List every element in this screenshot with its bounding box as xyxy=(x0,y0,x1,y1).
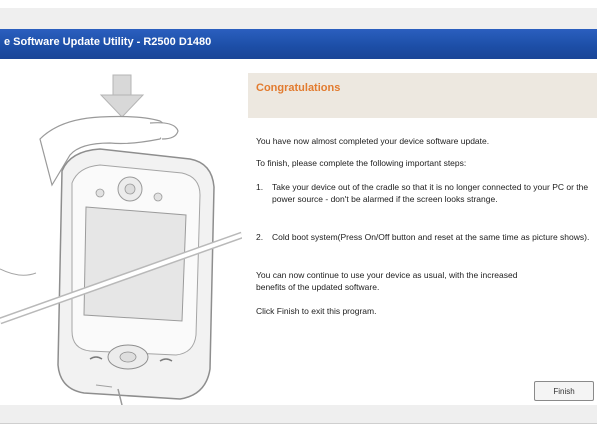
continue-text-line-2: benefits of the updated software. xyxy=(256,282,380,292)
finish-instructions: To finish, please complete the following… xyxy=(256,158,467,168)
title-bar[interactable]: e Software Update Utility - R2500 D1480 xyxy=(0,29,597,59)
device-illustration xyxy=(0,59,242,405)
continue-text-line-1: You can now continue to use your device … xyxy=(256,270,518,280)
step-2-text: Cold boot system(Press On/Off button and… xyxy=(272,232,590,242)
step-1-number: 1. xyxy=(256,182,264,192)
step-2: 2. Cold boot system(Press On/Off button … xyxy=(256,231,597,261)
step-1-text: Take your device out of the cradle so th… xyxy=(272,182,589,204)
pda-device xyxy=(57,148,215,405)
bottom-margin xyxy=(0,424,597,442)
exit-text: Click Finish to exit this program. xyxy=(256,306,377,316)
step-2-number: 2. xyxy=(256,232,264,242)
header-band: Congratulations xyxy=(248,73,597,118)
top-margin xyxy=(0,0,597,8)
intro-text: You have now almost completed your devic… xyxy=(256,136,490,146)
finish-button[interactable]: Finish xyxy=(534,381,594,401)
message-pane: Congratulations You have now almost comp… xyxy=(248,73,597,405)
content-area: Congratulations You have now almost comp… xyxy=(0,59,597,405)
window-title: e Software Update Utility - R2500 D1480 xyxy=(4,36,212,48)
step-1: 1. Take your device out of the cradle so… xyxy=(256,181,597,221)
page-title: Congratulations xyxy=(256,82,341,94)
